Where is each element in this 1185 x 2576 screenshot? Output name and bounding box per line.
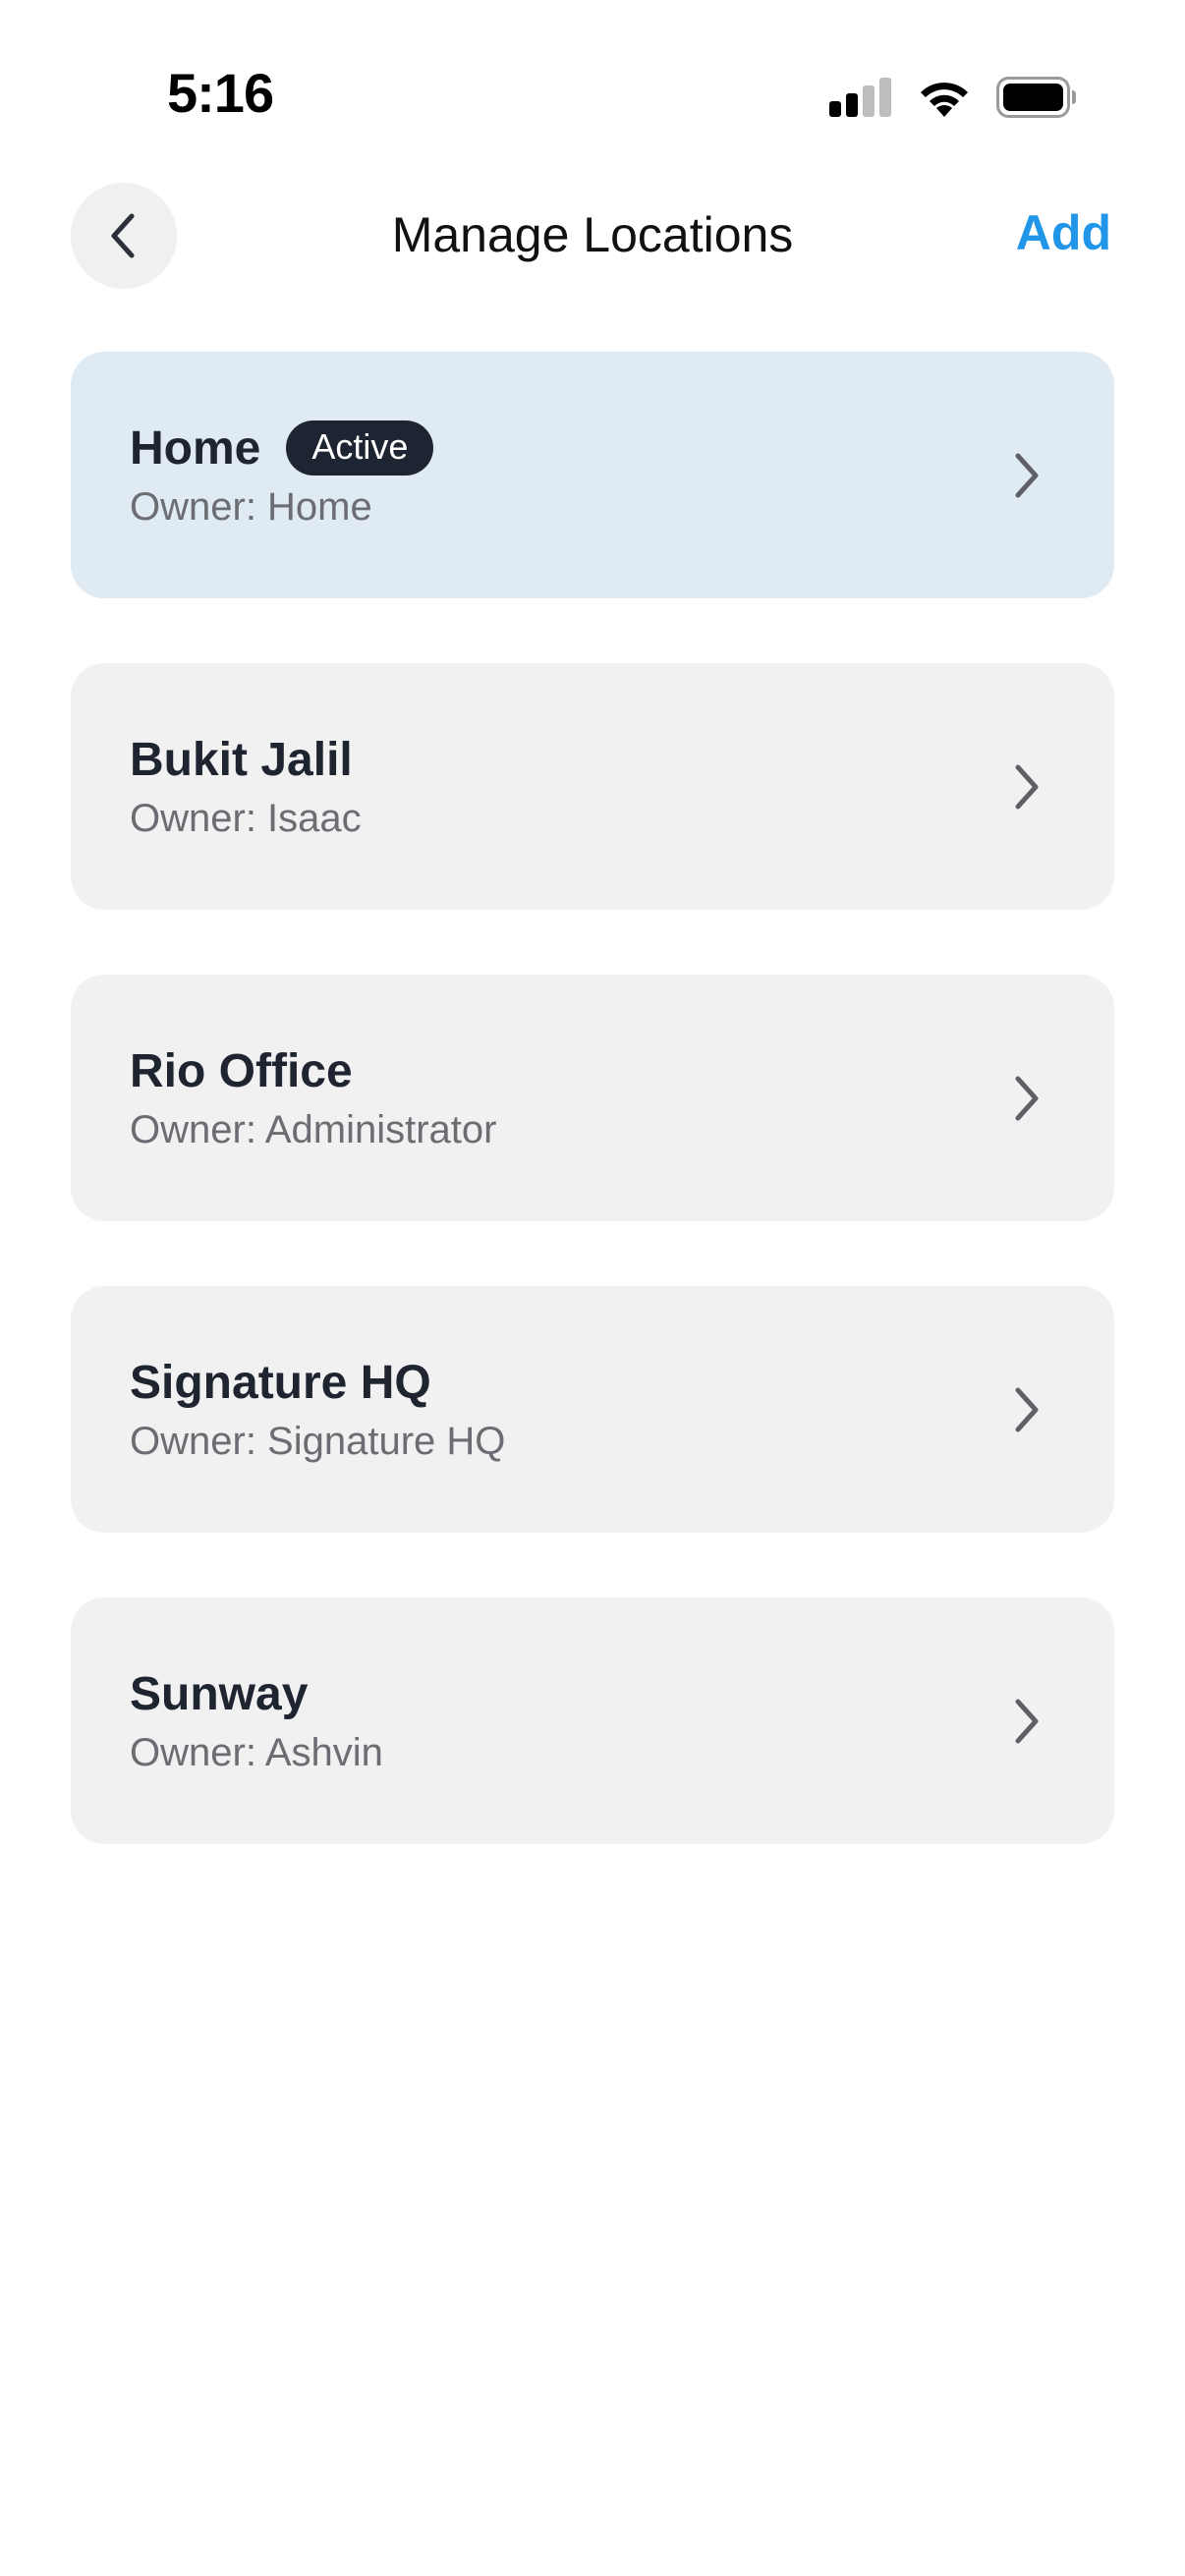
location-card-bukit-jalil[interactable]: Bukit Jalil Owner: Isaac xyxy=(71,663,1114,910)
location-name: Rio Office xyxy=(130,1044,353,1097)
active-badge: Active xyxy=(286,420,434,476)
location-owner: Owner: Administrator xyxy=(130,1108,497,1151)
location-owner: Owner: Signature HQ xyxy=(130,1420,506,1463)
name-row: Sunway xyxy=(130,1664,383,1723)
location-name: Sunway xyxy=(130,1667,309,1720)
header: Manage Locations Add xyxy=(0,177,1185,295)
chevron-right-icon xyxy=(1015,1387,1039,1432)
cellular-signal-icon xyxy=(829,78,891,117)
location-card-sunway[interactable]: Sunway Owner: Ashvin xyxy=(71,1597,1114,1844)
status-bar: 5:16 xyxy=(0,0,1185,147)
chevron-right-icon xyxy=(1015,453,1039,498)
location-card-home[interactable]: Home Active Owner: Home xyxy=(71,352,1114,598)
location-owner: Owner: Isaac xyxy=(130,797,362,840)
location-owner: Owner: Home xyxy=(130,485,372,529)
card-text: Bukit Jalil Owner: Isaac xyxy=(130,730,362,841)
status-icons xyxy=(829,73,1077,122)
location-name: Signature HQ xyxy=(130,1356,431,1409)
location-name: Home xyxy=(130,421,261,475)
location-card-signature-hq[interactable]: Signature HQ Owner: Signature HQ xyxy=(71,1286,1114,1533)
locations-list: Home Active Owner: Home Bukit Jalil Owne… xyxy=(71,352,1114,1909)
status-time: 5:16 xyxy=(167,62,274,124)
location-owner: Owner: Ashvin xyxy=(130,1731,383,1774)
location-name: Bukit Jalil xyxy=(130,733,353,786)
name-row: Signature HQ xyxy=(130,1353,505,1412)
name-row: Home Active xyxy=(130,419,434,477)
chevron-right-icon xyxy=(1015,1699,1039,1744)
chevron-right-icon xyxy=(1015,764,1039,810)
page-title: Manage Locations xyxy=(391,207,794,262)
card-text: Home Active Owner: Home xyxy=(130,419,434,530)
card-text: Rio Office Owner: Administrator xyxy=(130,1041,496,1152)
card-text: Signature HQ Owner: Signature HQ xyxy=(130,1353,505,1464)
card-text: Sunway Owner: Ashvin xyxy=(130,1664,383,1775)
chevron-right-icon xyxy=(1015,1076,1039,1121)
location-card-rio-office[interactable]: Rio Office Owner: Administrator xyxy=(71,975,1114,1221)
name-row: Bukit Jalil xyxy=(130,730,362,789)
add-button[interactable]: Add xyxy=(1016,204,1111,261)
battery-icon xyxy=(996,77,1076,118)
wifi-icon xyxy=(921,83,968,117)
name-row: Rio Office xyxy=(130,1041,496,1100)
